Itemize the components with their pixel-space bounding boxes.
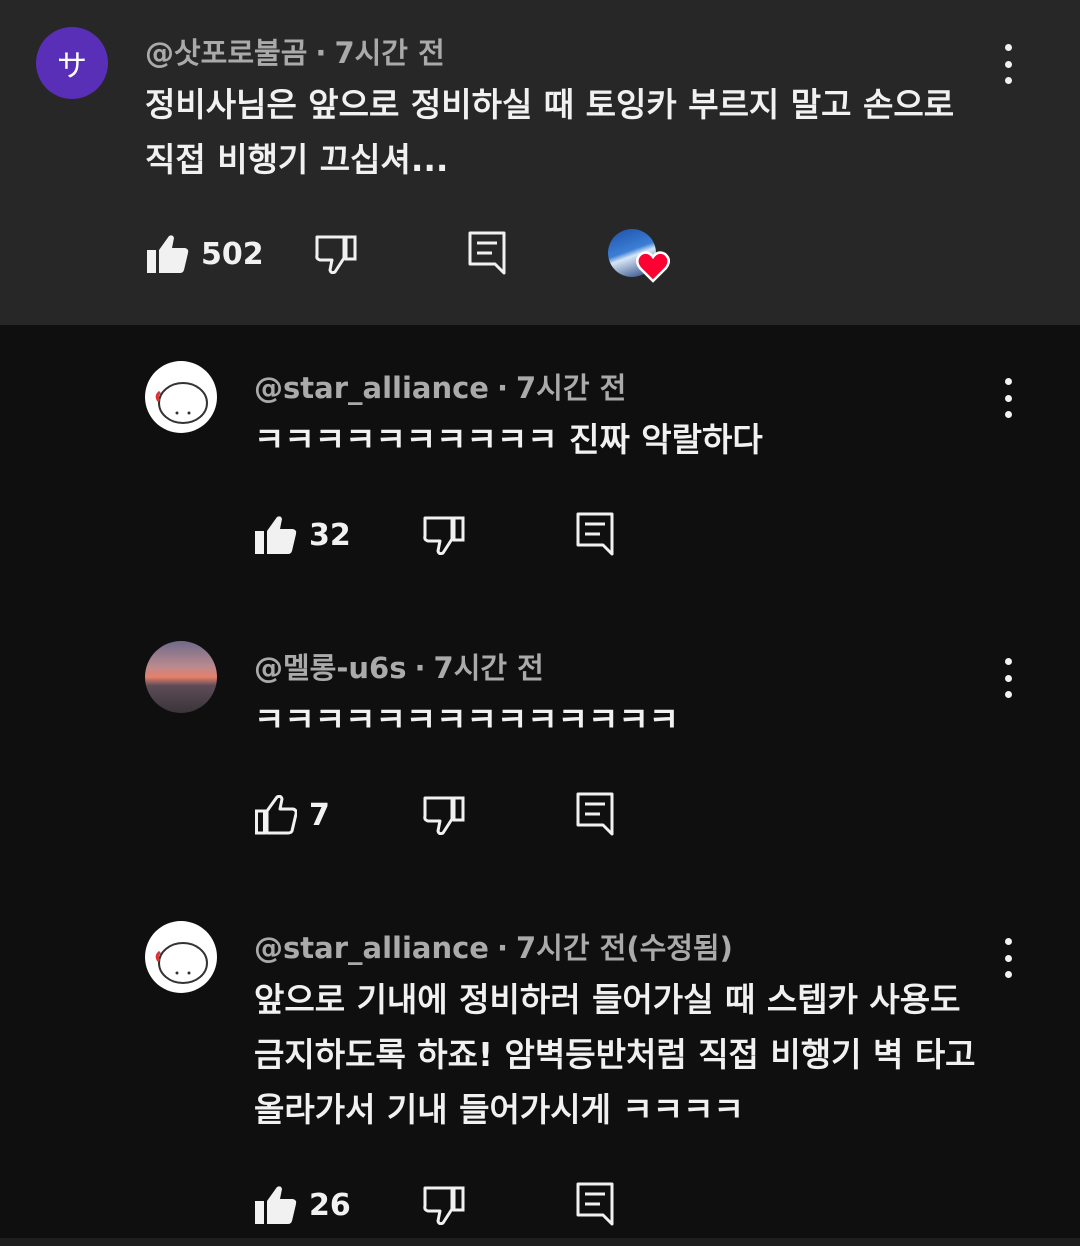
comment-meta: @star_alliance · 7시간 전(수정됨)	[254, 931, 733, 965]
comment-text: 정비사님은 앞으로 정비하실 때 토잉카 부르지 말고 손으로 직접 비행기 끄…	[145, 77, 954, 187]
comment-meta: @멜롱-u6s · 7시간 전	[254, 651, 544, 685]
comment-time[interactable]: 7시간 전(수정됨)	[516, 931, 733, 965]
comment-text-line: 올라가서 기내 들어가시게 ㅋㅋㅋㅋ	[254, 1090, 744, 1129]
thumbs-up-icon	[255, 795, 297, 835]
like-count: 7	[309, 797, 330, 833]
reply-icon	[468, 231, 506, 275]
bottom-divider	[0, 1238, 1080, 1246]
comment-text-line: 금지하도록 하죠! 암벽등반처럼 직접 비행기 벽 타고	[254, 1035, 976, 1074]
reply-button[interactable]	[576, 512, 614, 556]
author-name[interactable]: @멜롱-u6s	[254, 651, 406, 685]
thumbs-up-icon	[255, 1185, 297, 1225]
dislike-button[interactable]	[315, 234, 357, 274]
thumbs-up-icon	[255, 515, 297, 555]
comment-text-line: 정비사님은 앞으로 정비하실 때 토잉카 부르지 말고 손으로	[145, 85, 955, 124]
comment-time[interactable]: 7시간 전	[516, 371, 626, 405]
reply-icon	[576, 1182, 614, 1226]
reply-button[interactable]	[576, 1182, 614, 1226]
avatar[interactable]	[145, 921, 217, 993]
thumbs-up-icon	[147, 234, 189, 274]
comments-page: サ @삿포로불곰 · 7시간 전 정비사님은 앞으로 정비하실 때 토잉카 부르지 …	[0, 0, 1080, 1246]
comment-time[interactable]: 7시간 전	[434, 651, 544, 685]
author-name[interactable]: @삿포로불곰	[145, 36, 307, 70]
like-count: 32	[309, 517, 351, 553]
reply-icon	[576, 792, 614, 836]
reply-button[interactable]	[576, 792, 614, 836]
thumbs-down-icon	[423, 1185, 465, 1225]
reply-button[interactable]	[468, 231, 506, 275]
comment-text-line: 직접 비행기 끄십셔...	[145, 140, 449, 179]
author-name[interactable]: @star_alliance	[254, 371, 489, 405]
thumbs-down-icon	[423, 515, 465, 555]
more-vert-icon[interactable]	[998, 44, 1018, 84]
dislike-button[interactable]	[423, 1185, 465, 1225]
comment-text-line: 앞으로 기내에 정비하러 들어가실 때 스텝카 사용도	[254, 980, 961, 1019]
author-name[interactable]: @star_alliance	[254, 931, 489, 965]
like-button[interactable]: 26	[255, 1185, 351, 1225]
comment-text-line: ㅋㅋㅋㅋㅋㅋㅋㅋㅋㅋㅋㅋㅋㅋ	[254, 700, 680, 739]
more-vert-icon[interactable]	[998, 378, 1018, 418]
dislike-button[interactable]	[423, 515, 465, 555]
comment-text: ㅋㅋㅋㅋㅋㅋㅋㅋㅋㅋㅋㅋㅋㅋ	[254, 692, 679, 747]
more-vert-icon[interactable]	[998, 658, 1018, 698]
like-button[interactable]: 502	[147, 234, 264, 274]
avatar-letter: サ	[57, 49, 87, 84]
comment-text-line: ㅋㅋㅋㅋㅋㅋㅋㅋㅋㅋ 진짜 악랄하다	[254, 420, 763, 459]
like-count: 502	[201, 236, 264, 272]
comment-time[interactable]: 7시간 전	[334, 36, 444, 70]
comment-text: ㅋㅋㅋㅋㅋㅋㅋㅋㅋㅋ 진짜 악랄하다	[254, 412, 763, 467]
avatar[interactable]	[145, 641, 217, 713]
comment-text: 앞으로 기내에 정비하러 들어가실 때 스텝카 사용도 금지하도록 하죠! 암벽…	[254, 972, 976, 1137]
comment-meta: @삿포로불곰 · 7시간 전	[145, 36, 445, 70]
heart-icon	[636, 251, 670, 287]
dislike-button[interactable]	[423, 795, 465, 835]
thumbs-down-icon	[423, 795, 465, 835]
more-vert-icon[interactable]	[998, 938, 1018, 978]
like-button[interactable]: 32	[255, 515, 351, 555]
avatar[interactable]: サ	[36, 27, 108, 99]
like-count: 26	[309, 1187, 351, 1223]
creator-heart	[608, 229, 674, 289]
reply-icon	[576, 512, 614, 556]
avatar[interactable]	[145, 361, 217, 433]
highlighted-comment: サ @삿포로불곰 · 7시간 전 정비사님은 앞으로 정비하실 때 토잉카 부르지 …	[0, 0, 1080, 325]
like-button[interactable]: 7	[255, 795, 330, 835]
comment-meta: @star_alliance · 7시간 전	[254, 371, 627, 405]
thumbs-down-icon	[315, 234, 357, 274]
